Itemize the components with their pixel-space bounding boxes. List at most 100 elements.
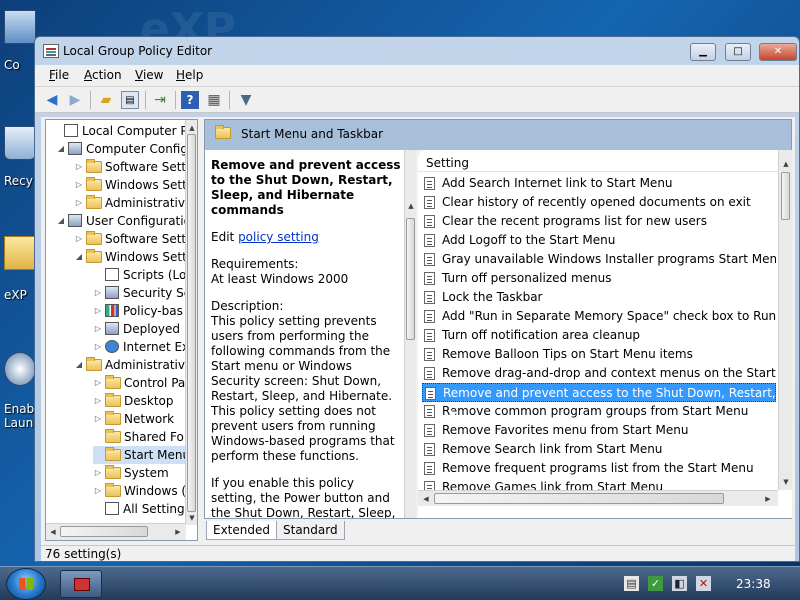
maximize-button[interactable]: □	[725, 43, 751, 61]
expand-arrow-icon[interactable]: ▷	[93, 320, 103, 338]
tree-vscroll-thumb[interactable]	[187, 134, 196, 512]
list-hscroll-thumb[interactable]	[434, 493, 724, 504]
tree-item[interactable]: ▷ Software Setti	[74, 230, 186, 248]
taskbar-gpedit-button[interactable]	[60, 570, 102, 598]
tree-item[interactable]: ▷ Windows (	[93, 482, 186, 500]
description-scroll-thumb[interactable]	[406, 218, 415, 340]
tree-hscroll-thumb[interactable]	[60, 526, 148, 537]
tree-item[interactable]: ▷ Internet Ex	[93, 338, 186, 356]
column-header-setting[interactable]: Setting	[418, 150, 778, 172]
setting-row[interactable]: Add Search Internet link to Start Menu	[422, 174, 776, 193]
setting-row[interactable]: Turn off notification area cleanup	[422, 326, 776, 345]
tree-item[interactable]: ◢ Windows Sett	[74, 248, 186, 266]
tree-item[interactable]: ▷ Desktop	[93, 392, 174, 410]
tree-item[interactable]: ▷ Windows Sett	[74, 176, 186, 194]
minimize-button[interactable]: ▁	[690, 43, 716, 61]
setting-row[interactable]: Remove drag-and-drop and context menus o…	[422, 364, 776, 383]
menu-action[interactable]: Action	[84, 68, 122, 82]
setting-row[interactable]: Turn off personalized menus	[422, 269, 776, 288]
expand-arrow-icon[interactable]: ▷	[93, 464, 103, 482]
scroll-down-arrow-icon[interactable]: ▼	[780, 476, 792, 488]
tree-item[interactable]: Shared Fol	[93, 428, 186, 446]
computer-icon[interactable]	[4, 10, 36, 44]
up-folder-icon[interactable]: ▰	[97, 91, 115, 109]
network-icon[interactable]: ✓	[648, 576, 663, 591]
tree-item[interactable]: ▷ Software Setti	[74, 158, 186, 176]
tree-item[interactable]: All Setting	[93, 500, 185, 518]
tree-item[interactable]: ▷ Security Se	[93, 284, 186, 302]
setting-row[interactable]: Remove common program groups from Start …	[422, 402, 776, 421]
setting-row[interactable]: Add "Run in Separate Memory Space" check…	[422, 307, 776, 326]
export-list-icon[interactable]: ⇥	[151, 91, 169, 109]
show-hide-tree-icon[interactable]: ▤	[121, 91, 139, 109]
recycle-bin-icon[interactable]	[4, 126, 36, 160]
tab-extended[interactable]: Extended	[206, 521, 277, 540]
scroll-up-arrow-icon[interactable]: ▲	[186, 122, 197, 134]
collapse-arrow-icon[interactable]: ◢	[56, 140, 66, 158]
tree-item[interactable]: Start Menu	[93, 446, 186, 464]
folder-icon[interactable]	[4, 236, 36, 270]
scroll-up-arrow-icon[interactable]: ▲	[780, 158, 792, 170]
tree-item[interactable]: Scripts (Lo	[93, 266, 186, 284]
tree-item[interactable]: ▷ Network	[93, 410, 174, 428]
expand-arrow-icon[interactable]: ▷	[93, 410, 103, 428]
menu-file[interactable]: File	[49, 68, 69, 82]
setting-row[interactable]: Lock the Taskbar	[422, 288, 776, 307]
title-bar[interactable]: Local Group Policy Editor ▁ □ ✕	[35, 37, 799, 65]
scroll-left-arrow-icon[interactable]: ◀	[420, 493, 432, 505]
edit-policy-link[interactable]: policy setting	[238, 230, 319, 244]
taskbar-clock[interactable]: 23:38	[736, 577, 771, 591]
tree-item[interactable]: ▷ Administrativ	[74, 194, 185, 212]
tree-item[interactable]: Local Computer Polic	[52, 122, 186, 140]
volume-icon[interactable]: ◧	[672, 576, 687, 591]
tab-standard[interactable]: Standard	[276, 521, 345, 540]
expand-arrow-icon[interactable]: ▷	[93, 374, 103, 392]
tree-item[interactable]: ▷ Policy-bas	[93, 302, 183, 320]
setting-row[interactable]: Remove and prevent access to the Shut Do…	[422, 383, 776, 402]
menu-help[interactable]: Help	[176, 68, 203, 82]
setting-row[interactable]: Add Logoff to the Start Menu	[422, 231, 776, 250]
expand-arrow-icon[interactable]: ▷	[74, 176, 84, 194]
setting-row[interactable]: Remove Games link from Start Menu	[422, 478, 776, 490]
action-center-icon[interactable]: ▤	[624, 576, 639, 591]
setting-row[interactable]: Remove Search link from Start Menu	[422, 440, 776, 459]
expand-arrow-icon[interactable]: ▷	[93, 302, 103, 320]
expand-arrow-icon[interactable]: ▷	[93, 392, 103, 410]
tree-item[interactable]: ▷ Deployed	[93, 320, 180, 338]
menu-view[interactable]: View	[135, 68, 163, 82]
list-vscroll-thumb[interactable]	[781, 172, 790, 220]
expand-arrow-icon[interactable]: ▷	[93, 284, 103, 302]
setting-row[interactable]: Remove frequent programs list from the S…	[422, 459, 776, 478]
start-button[interactable]	[6, 568, 46, 600]
scroll-left-arrow-icon[interactable]: ◀	[47, 526, 59, 538]
expand-arrow-icon[interactable]: ▷	[74, 194, 84, 212]
tree-item[interactable]: ◢ Computer Config	[56, 140, 186, 158]
tree-item[interactable]: ▷ Control Pa	[93, 374, 185, 392]
setting-row[interactable]: Gray unavailable Windows Installer progr…	[422, 250, 776, 269]
scroll-right-arrow-icon[interactable]: ▶	[762, 493, 774, 505]
expand-arrow-icon[interactable]: ▷	[74, 158, 84, 176]
scroll-down-arrow-icon[interactable]: ▼	[186, 512, 197, 524]
list-horizontal-scrollbar[interactable]: ◀ ▶	[418, 490, 778, 506]
forward-arrow-icon[interactable]: ▶	[66, 91, 84, 109]
properties-icon[interactable]: ▦	[205, 91, 223, 109]
setting-row[interactable]: Clear the recent programs list for new u…	[422, 212, 776, 231]
list-vertical-scrollbar[interactable]: ▲ ▼	[778, 150, 792, 490]
collapse-arrow-icon[interactable]: ◢	[74, 356, 84, 374]
tree-vertical-scrollbar[interactable]: ▲ ▼	[185, 120, 197, 525]
setting-row[interactable]: Remove Balloon Tips on Start Menu items	[422, 345, 776, 364]
back-arrow-icon[interactable]: ◀	[43, 91, 61, 109]
filter-icon[interactable]: ▼	[237, 91, 255, 109]
description-scrollbar[interactable]: ▲	[404, 150, 416, 518]
tree-horizontal-scrollbar[interactable]: ◀ ▶	[46, 523, 186, 540]
power-icon[interactable]: ✕	[696, 576, 711, 591]
shortcut-icon[interactable]	[4, 352, 36, 386]
collapse-arrow-icon[interactable]: ◢	[74, 248, 84, 266]
scroll-right-arrow-icon[interactable]: ▶	[172, 526, 184, 538]
tree-item[interactable]: ◢ Administrative	[74, 356, 186, 374]
setting-row[interactable]: Remove Favorites menu from Start Menu	[422, 421, 776, 440]
tree-item[interactable]: ◢ User Configuratio	[56, 212, 186, 230]
tree-item[interactable]: ▷ System	[93, 464, 169, 482]
setting-row[interactable]: Clear history of recently opened documen…	[422, 193, 776, 212]
help-icon[interactable]: ?	[181, 91, 199, 109]
